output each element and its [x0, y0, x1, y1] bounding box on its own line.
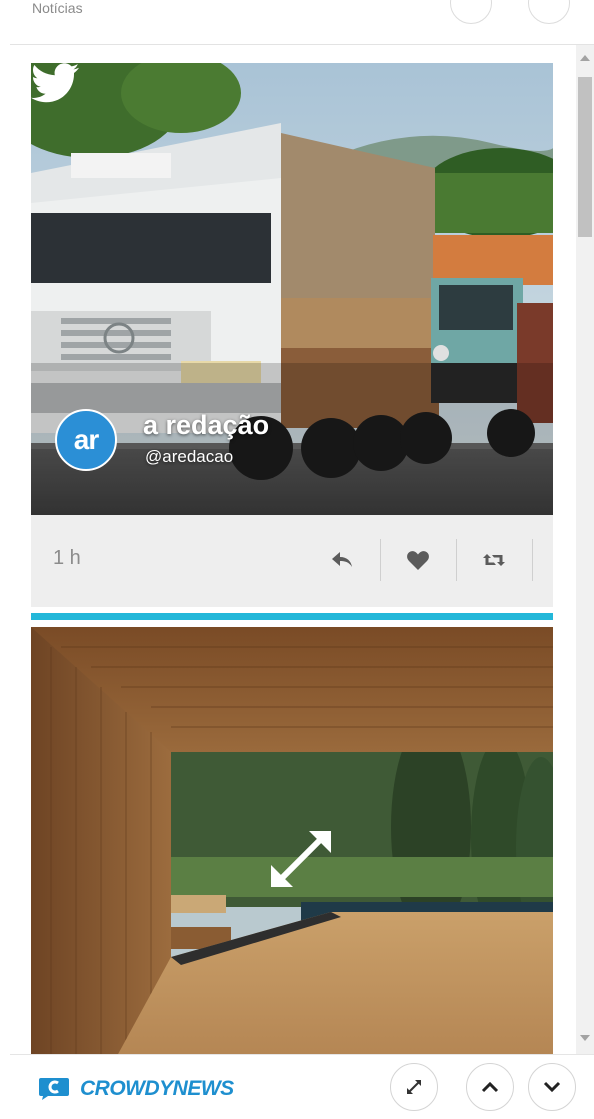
action-divider: [456, 539, 457, 581]
post-accent-bar: [31, 613, 553, 620]
scroll-up-button[interactable]: [466, 1063, 514, 1111]
widget-footer: CROWDYNEWS: [10, 1054, 594, 1119]
header-button-left[interactable]: [450, 0, 492, 24]
like-button[interactable]: [403, 545, 433, 575]
crowdynews-logo-icon: [39, 1078, 69, 1100]
brand[interactable]: CROWDYNEWS: [38, 1077, 234, 1101]
widget-title: Notícias: [32, 0, 83, 16]
expand-widget-button[interactable]: [390, 1063, 438, 1111]
reply-icon: [332, 552, 352, 567]
scrollbar-thumb[interactable]: [578, 77, 592, 237]
widget-header: Notícias: [10, 0, 594, 45]
author-name[interactable]: a redação: [143, 410, 269, 441]
chevron-down-icon: [543, 1081, 561, 1093]
heart-icon: [407, 551, 429, 570]
post-card[interactable]: [31, 627, 553, 1054]
action-divider: [532, 539, 533, 581]
retweet-icon: [483, 554, 505, 566]
author-handle[interactable]: @aredacao: [145, 447, 233, 467]
post-footer: 1 h: [31, 515, 553, 607]
post-image[interactable]: ar a redação @aredacao: [31, 63, 553, 515]
post-card[interactable]: ar a redação @aredacao 1 h: [31, 63, 553, 620]
action-divider: [380, 539, 381, 581]
chevron-up-icon: [481, 1081, 499, 1093]
expand-icon: [407, 1080, 421, 1094]
author-avatar[interactable]: ar: [55, 409, 117, 471]
brand-name: CROWDYNEWS: [80, 1077, 234, 1100]
news-feed[interactable]: ar a redação @aredacao 1 h: [10, 45, 576, 1054]
retweet-button[interactable]: [479, 545, 509, 575]
post-timestamp: 1 h: [53, 547, 81, 569]
twitter-icon[interactable]: [31, 63, 79, 103]
reply-button[interactable]: [327, 545, 357, 575]
scroll-down-button[interactable]: [528, 1063, 576, 1111]
scroll-up-arrow[interactable]: [580, 55, 590, 61]
expand-image-icon[interactable]: [265, 823, 337, 895]
scroll-down-arrow[interactable]: [580, 1035, 590, 1041]
feed-scrollbar[interactable]: [576, 45, 594, 1054]
header-button-right[interactable]: [528, 0, 570, 24]
